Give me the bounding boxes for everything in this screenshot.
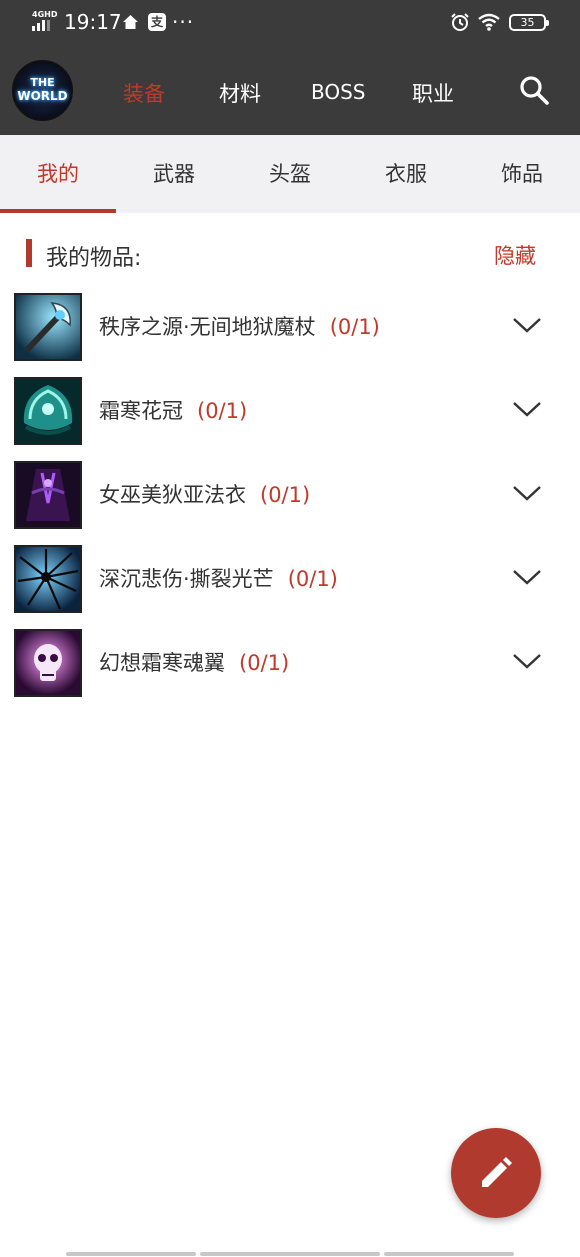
item-count: (0/1) (260, 483, 311, 507)
wifi-icon (478, 13, 500, 31)
list-item[interactable]: 深沉悲伤·撕裂光芒 (0/1) (0, 537, 580, 621)
logo-text-line1: THE (30, 76, 55, 89)
top-bar: 4GHD 19:17 支 ··· 35 THE WORLD 装备 材料 BOSS… (0, 0, 580, 135)
section-title: 我的物品: (46, 246, 142, 271)
subtab-weapons[interactable]: 武器 (116, 135, 232, 213)
gesture-bar (200, 1252, 380, 1256)
home-icon (123, 15, 138, 29)
category-tabs: 我的 武器 头盔 衣服 饰品 (0, 135, 580, 213)
alarm-icon (451, 13, 469, 31)
search-icon[interactable] (518, 74, 550, 106)
signal-icon: 4GHD (32, 10, 58, 33)
shatter-icon (14, 545, 82, 613)
gesture-bar (66, 1252, 196, 1256)
item-count: (0/1) (329, 315, 380, 339)
staff-icon (14, 293, 82, 361)
more-notifications-icon: ··· (172, 10, 195, 34)
edit-pencil-icon (482, 1157, 512, 1187)
crown-icon (14, 377, 82, 445)
chevron-down-icon[interactable] (512, 651, 542, 671)
chevron-down-icon[interactable] (512, 315, 542, 335)
chevron-down-icon[interactable] (512, 483, 542, 503)
tab-equipment[interactable]: 装备 (123, 78, 165, 108)
item-name: 秩序之源·无间地狱魔杖 (0/1) (99, 315, 380, 339)
logo-text-line2: WORLD (17, 89, 68, 103)
clock: 19:17 (64, 10, 122, 34)
network-type: 4GHD (32, 10, 58, 19)
tab-class[interactable]: 职业 (412, 78, 454, 108)
app-logo[interactable]: THE WORLD (12, 60, 73, 121)
list-item[interactable]: 女巫美狄亚法衣 (0/1) (0, 453, 580, 537)
edit-fab-button[interactable] (451, 1128, 541, 1218)
tab-materials[interactable]: 材料 (219, 78, 261, 108)
app-bar: THE WORLD 装备 材料 BOSS 职业 (0, 46, 580, 135)
robe-icon (14, 461, 82, 529)
subtab-accessories[interactable]: 饰品 (464, 135, 580, 213)
section-accent-bar (26, 239, 32, 267)
list-item[interactable]: 幻想霜寒魂翼 (0/1) (0, 621, 580, 705)
subtab-helmets[interactable]: 头盔 (232, 135, 348, 213)
item-count: (0/1) (239, 651, 290, 675)
subtab-mine[interactable]: 我的 (0, 135, 116, 213)
chevron-down-icon[interactable] (512, 567, 542, 587)
status-bar: 4GHD 19:17 支 ··· 35 (0, 0, 580, 46)
item-name: 深沉悲伤·撕裂光芒 (0/1) (99, 567, 338, 591)
item-name: 霜寒花冠 (0/1) (99, 399, 248, 423)
list-item[interactable]: 霜寒花冠 (0/1) (0, 369, 580, 453)
tab-boss[interactable]: BOSS (311, 80, 366, 104)
gesture-bar (384, 1252, 514, 1256)
list-item[interactable]: 秩序之源·无间地狱魔杖 (0/1) (0, 285, 580, 369)
alipay-icon: 支 (148, 13, 166, 31)
item-name: 幻想霜寒魂翼 (0/1) (99, 651, 290, 675)
item-count: (0/1) (287, 567, 338, 591)
battery-icon: 35 (509, 14, 549, 31)
item-name: 女巫美狄亚法衣 (0/1) (99, 483, 311, 507)
active-tab-indicator (0, 209, 116, 213)
subtab-clothes[interactable]: 衣服 (348, 135, 464, 213)
chevron-down-icon[interactable] (512, 399, 542, 419)
skull-icon (14, 629, 82, 697)
hide-button[interactable]: 隐藏 (494, 240, 536, 270)
item-count: (0/1) (197, 399, 248, 423)
